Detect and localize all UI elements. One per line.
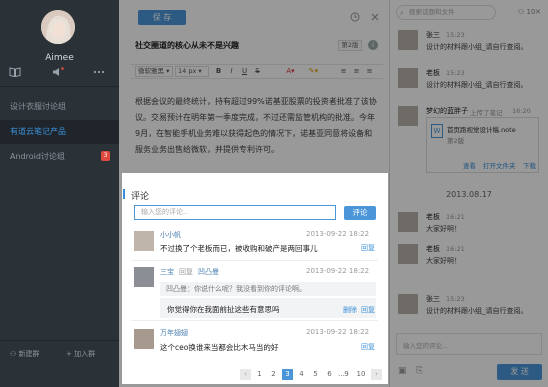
comment-title: 评论 [131, 192, 150, 202]
plus-icon: + [66, 350, 72, 358]
sidebar-item-label: 设计衣服讨论组 [10, 102, 66, 111]
sidebar-item-design-group[interactable]: 设计衣服讨论组 [0, 95, 119, 119]
notebook-icon[interactable] [9, 67, 21, 78]
comment-input[interactable]: 输入您的评论.. [134, 205, 336, 220]
group-icon: ⚇ [10, 350, 17, 358]
speaker-icon[interactable] [52, 67, 64, 77]
comment-avatar[interactable] [134, 329, 154, 349]
next-page-button[interactable]: › [371, 369, 382, 380]
page-1[interactable]: 1 [254, 369, 265, 380]
more-icon[interactable] [93, 67, 105, 77]
comment-text: 你觉得你在我面前扯这些有意思吗 [167, 305, 280, 314]
reply-word: 回复 [179, 268, 193, 276]
page-3-current[interactable]: 3 [282, 369, 293, 380]
comment-divider [131, 320, 378, 321]
page-4[interactable]: 4 [296, 369, 307, 380]
delete-link[interactable]: 删除 [343, 305, 357, 315]
prev-page-button[interactable]: ‹ [240, 369, 251, 380]
comment-author[interactable]: 小小帆 [160, 230, 181, 240]
comment-time: 2013-09-22 18:22 [306, 267, 370, 275]
reply-to-author[interactable]: 凹凸曼 [198, 267, 219, 277]
page-6[interactable]: 6 [324, 369, 335, 380]
reply-link[interactable]: 回复 [361, 243, 375, 253]
sidebar-item-label: 有道云笔记产品 [10, 127, 66, 136]
comment-text: 不过换了个老板而已，被收购和破产是两回事儿 [160, 244, 318, 253]
user-avatar[interactable] [41, 10, 75, 44]
sidebar-divider [0, 86, 119, 87]
sidebar-item-label: Android讨论组 [10, 152, 65, 161]
comment-avatar[interactable] [134, 231, 154, 251]
comment-time: 2013-09-22 18:22 [306, 230, 370, 238]
page-10[interactable]: 10 [354, 369, 368, 380]
comment-text: 这个ceo换谁来当都会比木马当的好 [160, 343, 279, 352]
comment-avatar[interactable] [134, 267, 154, 287]
page-2[interactable]: 2 [268, 369, 279, 380]
comment-divider [131, 260, 378, 261]
new-group-label: 新建群 [18, 350, 40, 358]
comment-submit-button[interactable]: 评论 [344, 206, 376, 220]
join-group-button[interactable]: + 加入群 [66, 349, 95, 359]
join-group-label: 加入群 [74, 350, 96, 358]
page-9[interactable]: 9 [341, 369, 352, 380]
sidebar-footer [0, 340, 119, 387]
comment-author[interactable]: 三宝 [160, 267, 174, 277]
reply-link[interactable]: 回复 [361, 305, 375, 315]
username: Aimee [45, 53, 74, 63]
unread-badge: 3 [101, 151, 110, 161]
sidebar-item-youdao-group[interactable]: 有道云笔记产品 [0, 120, 119, 144]
reply-link[interactable]: 回复 [361, 342, 375, 352]
title-accent [123, 189, 125, 199]
comment-time: 2013-09-22 18:22 [306, 328, 370, 336]
new-group-button[interactable]: ⚇ 新建群 [10, 349, 40, 359]
sidebar-item-android-group[interactable]: Android讨论组 3 [0, 145, 119, 169]
page-5[interactable]: 5 [310, 369, 321, 380]
comment-author[interactable]: 万年翅翅 [160, 328, 188, 338]
quoted-comment: 凹凸曼：你说什么呢？我没看到你的评论啊。 [160, 282, 376, 296]
